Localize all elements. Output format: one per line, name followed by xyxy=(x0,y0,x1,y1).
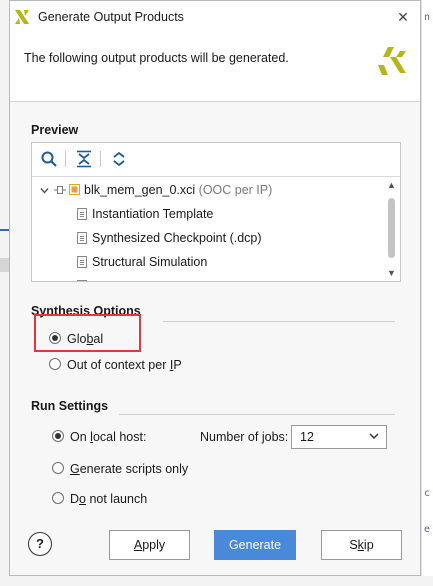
radio-button[interactable] xyxy=(52,462,64,474)
radio-button[interactable] xyxy=(49,358,61,370)
background-text-fragment: c xyxy=(424,488,431,499)
ip-mode-suffix: (OOC per IP) xyxy=(198,183,273,197)
preview-toolbar xyxy=(32,143,400,177)
apply-button[interactable]: Apply xyxy=(109,530,190,560)
background-editor-bottom xyxy=(0,576,433,586)
radio-button[interactable] xyxy=(52,492,64,504)
dialog-title: Generate Output Products xyxy=(38,10,184,24)
label-text: obs: xyxy=(264,430,289,444)
jobs-select[interactable]: 12 xyxy=(291,425,387,449)
generate-output-products-dialog: Generate Output Products ✕ The following… xyxy=(9,0,421,576)
tree-child-row[interactable]: Instantiation Template xyxy=(32,203,386,225)
label-text: P xyxy=(173,358,182,372)
background-scroll-fragment xyxy=(0,258,9,272)
ip-file-name: blk_mem_gen_0.xci xyxy=(84,183,196,197)
label-text: S xyxy=(349,538,358,552)
radio-button-selected[interactable] xyxy=(52,430,64,442)
radio-label: On local host: xyxy=(70,428,146,446)
xilinx-logo-icon xyxy=(15,10,29,24)
label-text: ip xyxy=(363,538,374,552)
preview-section-title: Preview xyxy=(31,123,79,137)
close-icon: ✕ xyxy=(397,9,409,25)
jobs-label: Number of jobs: xyxy=(200,430,288,444)
tree-child-row[interactable]: Synthesized Checkpoint (.dcp) xyxy=(32,227,386,249)
background-tab-indicator xyxy=(0,229,9,231)
background-editor-left xyxy=(0,0,9,586)
run-generate-scripts-radio[interactable]: Generate scripts only xyxy=(52,460,212,478)
generate-button[interactable]: Generate xyxy=(214,530,296,560)
label-text: Out of context per xyxy=(67,358,170,372)
background-editor-right: n c e xyxy=(421,0,433,586)
synthesis-ooc-radio[interactable]: Out of context per IP xyxy=(49,356,209,374)
scroll-thumb[interactable] xyxy=(388,198,395,258)
title-bar: Generate Output Products ✕ xyxy=(10,1,420,33)
toolbar-separator xyxy=(100,151,101,167)
tree-child-label: Instantiation Template xyxy=(92,207,214,221)
dialog-header: The following output products will be ge… xyxy=(10,33,420,102)
scroll-up-icon[interactable]: ▲ xyxy=(387,180,396,190)
document-icon xyxy=(77,232,87,244)
collapse-all-icon[interactable] xyxy=(75,150,93,168)
vivado-logo-icon xyxy=(378,47,406,75)
document-icon xyxy=(77,280,87,281)
radio-label: Out of context per IP xyxy=(67,356,182,374)
skip-button[interactable]: Skip xyxy=(321,530,402,560)
header-message: The following output products will be ge… xyxy=(24,51,289,65)
label-text: On xyxy=(70,430,91,444)
ip-core-icon xyxy=(69,184,80,195)
tree-child-label: Synthesized Checkpoint (.dcp) xyxy=(92,231,262,245)
label-text: not launch xyxy=(85,492,148,506)
tree-child-label: Structural Simulation xyxy=(92,255,208,269)
hierarchy-connector-icon xyxy=(54,186,66,194)
run-settings-title: Run Settings xyxy=(31,399,109,413)
chevron-down-icon xyxy=(369,433,379,440)
mnemonic-char: G xyxy=(70,462,80,476)
close-button[interactable]: ✕ xyxy=(392,6,414,28)
document-icon xyxy=(77,256,87,268)
expand-all-icon[interactable] xyxy=(110,150,128,168)
jobs-value: 12 xyxy=(300,430,314,444)
document-icon xyxy=(77,208,87,220)
section-divider xyxy=(119,414,395,415)
output-products-tree: blk_mem_gen_0.xci (OOC per IP) Instantia… xyxy=(32,177,386,281)
run-do-not-launch-radio[interactable]: Do not launch xyxy=(52,490,172,508)
scroll-down-icon[interactable]: ▼ xyxy=(387,268,396,278)
help-button[interactable]: ? xyxy=(28,532,52,556)
mnemonic-char: A xyxy=(133,538,143,552)
radio-label: Do not launch xyxy=(70,490,147,508)
run-local-host-radio[interactable]: On local host: xyxy=(52,428,182,446)
tree-root-row[interactable]: blk_mem_gen_0.xci (OOC per IP) xyxy=(32,179,386,201)
background-text-fragment: e xyxy=(424,524,431,535)
section-divider xyxy=(163,321,395,322)
preview-scrollbar[interactable]: ▲ ▼ xyxy=(385,178,399,281)
tree-root-label: blk_mem_gen_0.xci (OOC per IP) xyxy=(84,179,272,201)
background-text-fragment: n xyxy=(424,12,431,23)
annotation-highlight-box xyxy=(34,314,141,352)
tree-child-row[interactable]: Structural Simulation xyxy=(32,251,386,273)
radio-label: Generate scripts only xyxy=(70,460,188,478)
mnemonic-char: o xyxy=(79,492,86,506)
help-icon: ? xyxy=(36,536,44,551)
label-text: pply xyxy=(142,538,166,552)
label-text: ocal host: xyxy=(92,430,147,444)
label-text: enerate scripts only xyxy=(79,462,189,476)
search-icon[interactable] xyxy=(40,150,58,168)
chevron-down-icon[interactable] xyxy=(40,186,49,195)
preview-panel: blk_mem_gen_0.xci (OOC per IP) Instantia… xyxy=(31,142,401,282)
label-text: D xyxy=(70,492,80,506)
toolbar-separator xyxy=(65,151,66,167)
tree-child-row-partial[interactable] xyxy=(32,275,386,281)
label-text: Number of xyxy=(200,430,262,444)
